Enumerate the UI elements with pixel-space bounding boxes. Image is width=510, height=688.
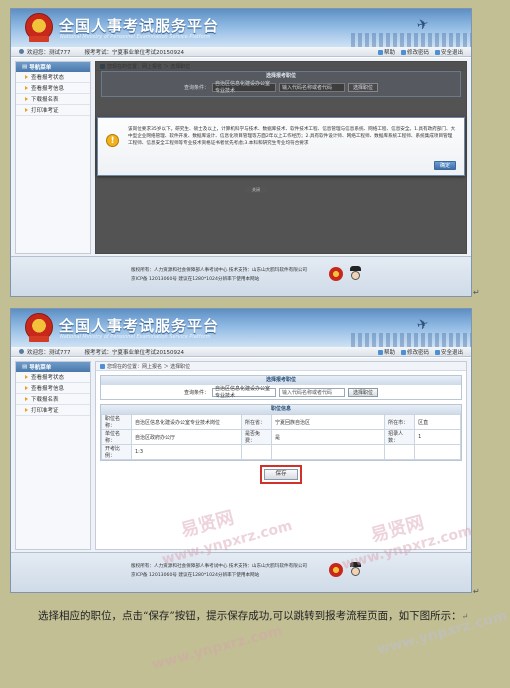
screenshot-position-info: 全国人事考试服务平台 National Ministry of Personne…: [10, 308, 472, 593]
change-password-link[interactable]: 修改密码: [400, 48, 429, 56]
arrow-icon: [25, 97, 28, 101]
arrow-icon: [25, 375, 28, 379]
arrow-icon: [25, 75, 28, 79]
airplane-icon: ✈: [415, 15, 431, 35]
exam-text: 报考考试：宁夏事业单位考试20150924: [84, 349, 185, 356]
alert-dialog: ! 该岗位要求35岁以下。研究生、硕士及以上，计算机科学与技术、数据库技术、软件…: [97, 117, 465, 176]
position-search-input[interactable]: 输入代码名称或者代码: [279, 387, 345, 397]
key-icon: [400, 49, 406, 55]
screenshot-dialog: 全国人事考试服务平台 National Ministry of Personne…: [10, 8, 472, 297]
skyline-decoration: [351, 333, 471, 347]
sidebar-item-info[interactable]: 查看报考信息: [16, 383, 90, 394]
welcome-text: 欢迎您：测试777: [27, 349, 71, 356]
query-panel: 选择报考职位 查询条件： 自治区信息化建设办公室专业技术 输入代码名称或者代码 …: [100, 375, 462, 400]
welcome-text: 欢迎您：测试777: [27, 49, 71, 56]
menu-icon: ▤: [22, 364, 28, 370]
footer-icp: 京ICP备 12013060号 建议在1280*1024分辨率下使用本网站: [131, 277, 260, 282]
site-subtitle: National Ministry of Personnel Examinati…: [60, 34, 211, 40]
logout-icon: [434, 349, 440, 355]
return-mark: ↵: [473, 288, 480, 297]
site-banner: 全国人事考试服务平台 National Ministry of Personne…: [11, 9, 471, 47]
position-select[interactable]: 自治区信息化建设办公室专业技术: [212, 81, 276, 94]
logout-link[interactable]: 安全退出: [434, 48, 463, 56]
return-mark: ↵: [473, 587, 480, 596]
arrow-icon: [25, 86, 28, 90]
footer-copyright: 版权所有：人力资源和社会保障部人事考试中心 技术支持：山东山大鸥玛软件有限公司: [131, 564, 308, 569]
breadcrumb: 您现在的位置：网上报名 ＞ 选择职位: [96, 362, 466, 371]
caption-paragraph: 选择相应的职位，点击“保存”按钮，提示保存成功,可以跳转到报考流程页面，如下图所…: [38, 610, 469, 622]
police-avatar-icon: [349, 266, 362, 282]
arrow-icon: [25, 386, 28, 390]
emblem-icon: [25, 313, 53, 342]
help-icon: [377, 49, 383, 55]
warning-icon: !: [106, 134, 119, 147]
police-avatar-icon: [349, 562, 362, 578]
table-row: 开考比例： 1:3: [101, 444, 461, 460]
help-link[interactable]: 帮助: [377, 48, 395, 56]
exam-text: 报考考试：宁夏事业单位考试20150924: [84, 49, 185, 56]
footer: 版权所有：人力资源和社会保障部人事考试中心 技术支持：山东山大鸥玛软件有限公司 …: [11, 256, 471, 296]
sidebar: ▤ 导航菜单 查看报考状态 查看报考信息 下载报名表 打印准考证: [15, 61, 91, 254]
site-banner: 全国人事考试服务平台 National Ministry of Personne…: [11, 309, 471, 347]
user-icon: [19, 49, 24, 54]
table-row: 单位名称： 自治区政府办公厅 是否免费： 是 招录人数： 1: [101, 429, 461, 445]
sidebar-item-status[interactable]: 查看报考状态: [16, 72, 90, 83]
menu-icon: ▤: [22, 64, 28, 70]
sidebar-item-download[interactable]: 下载报名表: [16, 394, 90, 405]
change-password-link[interactable]: 修改密码: [400, 348, 429, 356]
save-button[interactable]: 保存: [260, 465, 302, 484]
modal-overlay: 选择报考职位 查询条件： 自治区信息化建设办公室专业技术 输入代码名称或者代码 …: [95, 61, 467, 254]
logout-link[interactable]: 安全退出: [434, 348, 463, 356]
key-icon: [400, 349, 406, 355]
ok-button[interactable]: 确定: [433, 161, 456, 170]
help-icon: [377, 349, 383, 355]
airplane-icon: ✈: [415, 315, 431, 335]
alert-message: 该岗位要求35岁以下。研究生、硕士及以上，计算机科学与技术、数据库技术、软件技术…: [128, 127, 456, 146]
sidebar-header: ▤ 导航菜单: [16, 362, 90, 372]
footer-copyright: 版权所有：人力资源和社会保障部人事考试中心 技术支持：山东山大鸥玛软件有限公司: [131, 268, 308, 273]
police-badge-icon: [329, 267, 343, 281]
sidebar-header: ▤ 导航菜单: [16, 62, 90, 72]
query-panel-title: 选择报考职位: [101, 376, 461, 385]
content-area: 您现在的位置：网上报名 ＞ 选择职位 选择报考职位 查询条件： 自治区信息化建设…: [95, 361, 467, 550]
watermark-url: www.ynpxrz.com: [150, 622, 285, 674]
sidebar-item-info[interactable]: 查看报考信息: [16, 83, 90, 94]
site-title: 全国人事考试服务平台: [59, 17, 220, 35]
site-subtitle: National Ministry of Personnel Examinati…: [60, 334, 211, 340]
home-icon: [100, 363, 105, 369]
query-label: 查询条件：: [183, 389, 209, 396]
footer: 版权所有：人力资源和社会保障部人事考试中心 技术支持：山东山大鸥玛软件有限公司 …: [11, 552, 471, 592]
arrow-icon: [25, 397, 28, 401]
table-row: 职位名称： 自治区信息化建设办公室专业技术岗位 所在省： 宁夏回族自治区 所在市…: [101, 414, 461, 430]
user-bar: 欢迎您：测试777 报考考试：宁夏事业单位考试20150924 帮助 修改密码 …: [11, 47, 471, 57]
logout-icon: [434, 49, 440, 55]
emblem-icon: [25, 13, 53, 42]
position-info-title: 职位信息: [101, 405, 461, 414]
select-position-button[interactable]: 选择职位: [348, 82, 379, 92]
sidebar: ▤ 导航菜单 查看报考状态 查看报考信息 下载报名表 打印准考证: [15, 361, 91, 550]
select-position-button[interactable]: 选择职位: [348, 387, 379, 397]
position-select[interactable]: 自治区信息化建设办公室专业技术: [212, 386, 276, 399]
query-panel-dimmed: 选择报考职位 查询条件： 自治区信息化建设办公室专业技术 输入代码名称或者代码 …: [101, 71, 461, 97]
help-link[interactable]: 帮助: [377, 348, 395, 356]
position-info-table: 职位名称： 自治区信息化建设办公室专业技术岗位 所在省： 宁夏回族自治区 所在市…: [101, 414, 461, 460]
sidebar-item-status[interactable]: 查看报考状态: [16, 372, 90, 383]
sidebar-item-print[interactable]: 打印准考证: [16, 105, 90, 116]
user-bar: 欢迎您：测试777 报考考试：宁夏事业单位考试20150924 帮助 修改密码 …: [11, 347, 471, 357]
footer-icp: 京ICP备 12013060号 建议在1280*1024分辨率下使用本网站: [131, 573, 260, 578]
sidebar-item-download[interactable]: 下载报名表: [16, 94, 90, 105]
arrow-icon: [25, 108, 28, 112]
position-info-panel: 职位信息 职位名称： 自治区信息化建设办公室专业技术岗位 所在省： 宁夏回族自治…: [100, 404, 462, 461]
skyline-decoration: [351, 33, 471, 47]
close-bar[interactable]: 关闭: [245, 187, 267, 193]
site-title: 全国人事考试服务平台: [59, 317, 220, 335]
arrow-icon: [25, 408, 28, 412]
user-icon: [19, 349, 24, 354]
sidebar-item-print[interactable]: 打印准考证: [16, 405, 90, 416]
police-badge-icon: [329, 563, 343, 577]
position-search-input[interactable]: 输入代码名称或者代码: [279, 82, 345, 92]
